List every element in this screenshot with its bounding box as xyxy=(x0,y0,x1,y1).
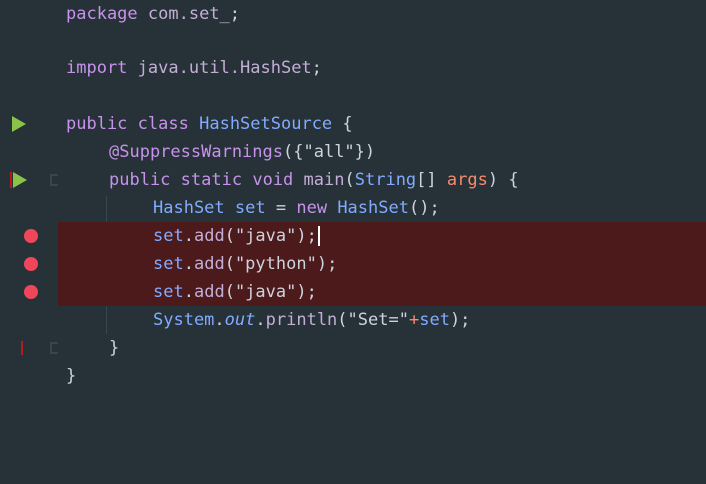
type-name: HashSet xyxy=(337,198,409,218)
type-name: HashSet xyxy=(153,198,225,218)
variable: set xyxy=(419,310,450,330)
method-name: add xyxy=(193,282,225,302)
punctuation: ( xyxy=(344,170,355,190)
keyword: static xyxy=(180,170,243,190)
run-triangle-icon[interactable] xyxy=(0,110,58,138)
class-name: System xyxy=(153,310,215,330)
string-literal: "java" xyxy=(234,282,297,302)
keyword: import xyxy=(66,58,128,78)
method-name: println xyxy=(265,310,338,330)
string-literal: "Set=" xyxy=(347,310,409,330)
punctuation: { xyxy=(332,114,353,134)
keyword: new xyxy=(296,198,328,218)
punctuation: ) { xyxy=(487,170,519,190)
variable: set xyxy=(234,198,266,218)
breakpoint-icon[interactable] xyxy=(0,250,58,278)
punctuation: ( xyxy=(224,226,235,246)
code-line-3[interactable]: import java.util.HashSet; xyxy=(0,54,706,82)
keyword: class xyxy=(137,114,189,134)
class-name: HashSetSource xyxy=(199,114,333,134)
punctuation: ( xyxy=(224,282,235,302)
closing-brace: } xyxy=(66,366,77,386)
breakpoint-icon[interactable] xyxy=(0,278,58,306)
breakpoint-icon[interactable] xyxy=(0,222,58,250)
punctuation: ; xyxy=(229,4,241,24)
punctuation: ); xyxy=(296,282,317,302)
code-line-11[interactable]: set.add("java"); xyxy=(0,278,706,306)
punctuation: . xyxy=(183,254,194,274)
keyword: public xyxy=(66,114,128,134)
code-line-9[interactable]: set.add("java"); xyxy=(0,222,706,250)
closing-brace: } xyxy=(109,338,120,358)
punctuation: (); xyxy=(408,198,440,218)
code-line-6[interactable]: @SuppressWarnings({"all"}) xyxy=(0,138,706,166)
run-triangle-icon[interactable] xyxy=(0,166,58,194)
method-name: main xyxy=(303,170,345,190)
variable: set xyxy=(153,254,184,274)
code-line-13[interactable]: } xyxy=(0,334,706,362)
code-line-10[interactable]: set.add("python"); xyxy=(0,250,706,278)
method-name: add xyxy=(193,254,225,274)
code-line-8[interactable]: HashSet set = new HashSet(); xyxy=(0,194,706,222)
punctuation: . xyxy=(255,310,266,330)
operator: + xyxy=(408,310,420,330)
fold-marker-icon[interactable] xyxy=(0,334,58,362)
keyword: public xyxy=(109,170,171,190)
static-field: out xyxy=(224,310,256,330)
keyword: package xyxy=(66,4,138,24)
operator: = xyxy=(265,198,297,218)
parameter: args xyxy=(446,170,488,190)
variable: set xyxy=(153,282,184,302)
punctuation: . xyxy=(183,226,194,246)
punctuation: ({ xyxy=(283,142,304,162)
code-line-12[interactable]: System.out.println("Set="+set); xyxy=(0,306,706,334)
code-line-5[interactable]: public class HashSetSource { xyxy=(0,110,706,138)
type-name: String xyxy=(354,170,417,190)
method-name: add xyxy=(193,226,225,246)
punctuation: ( xyxy=(337,310,348,330)
string-literal: "python" xyxy=(234,254,317,274)
package-name: com.set_ xyxy=(147,4,230,24)
code-line-7[interactable]: public static void main(String[] args) { xyxy=(0,166,706,194)
punctuation: ); xyxy=(316,254,338,274)
import-name: java.util.HashSet xyxy=(137,58,312,78)
code-line-14[interactable]: } xyxy=(0,362,706,390)
punctuation: ); xyxy=(296,226,317,246)
text-caret xyxy=(317,226,320,246)
code-line-1[interactable]: package com.set_; xyxy=(0,0,706,28)
variable: set xyxy=(153,226,184,246)
punctuation: . xyxy=(183,282,194,302)
keyword: void xyxy=(252,170,294,190)
punctuation: ); xyxy=(449,310,471,330)
punctuation: ; xyxy=(311,58,322,78)
punctuation: ( xyxy=(224,254,235,274)
punctuation: [] xyxy=(416,170,447,190)
annotation: @SuppressWarnings xyxy=(109,142,283,162)
punctuation: }) xyxy=(354,142,376,162)
punctuation: . xyxy=(214,310,225,330)
string-literal: "java" xyxy=(234,226,297,246)
code-editor[interactable]: package com.set_; import java.util.HashS… xyxy=(0,0,706,484)
string-literal: "all" xyxy=(303,142,355,162)
